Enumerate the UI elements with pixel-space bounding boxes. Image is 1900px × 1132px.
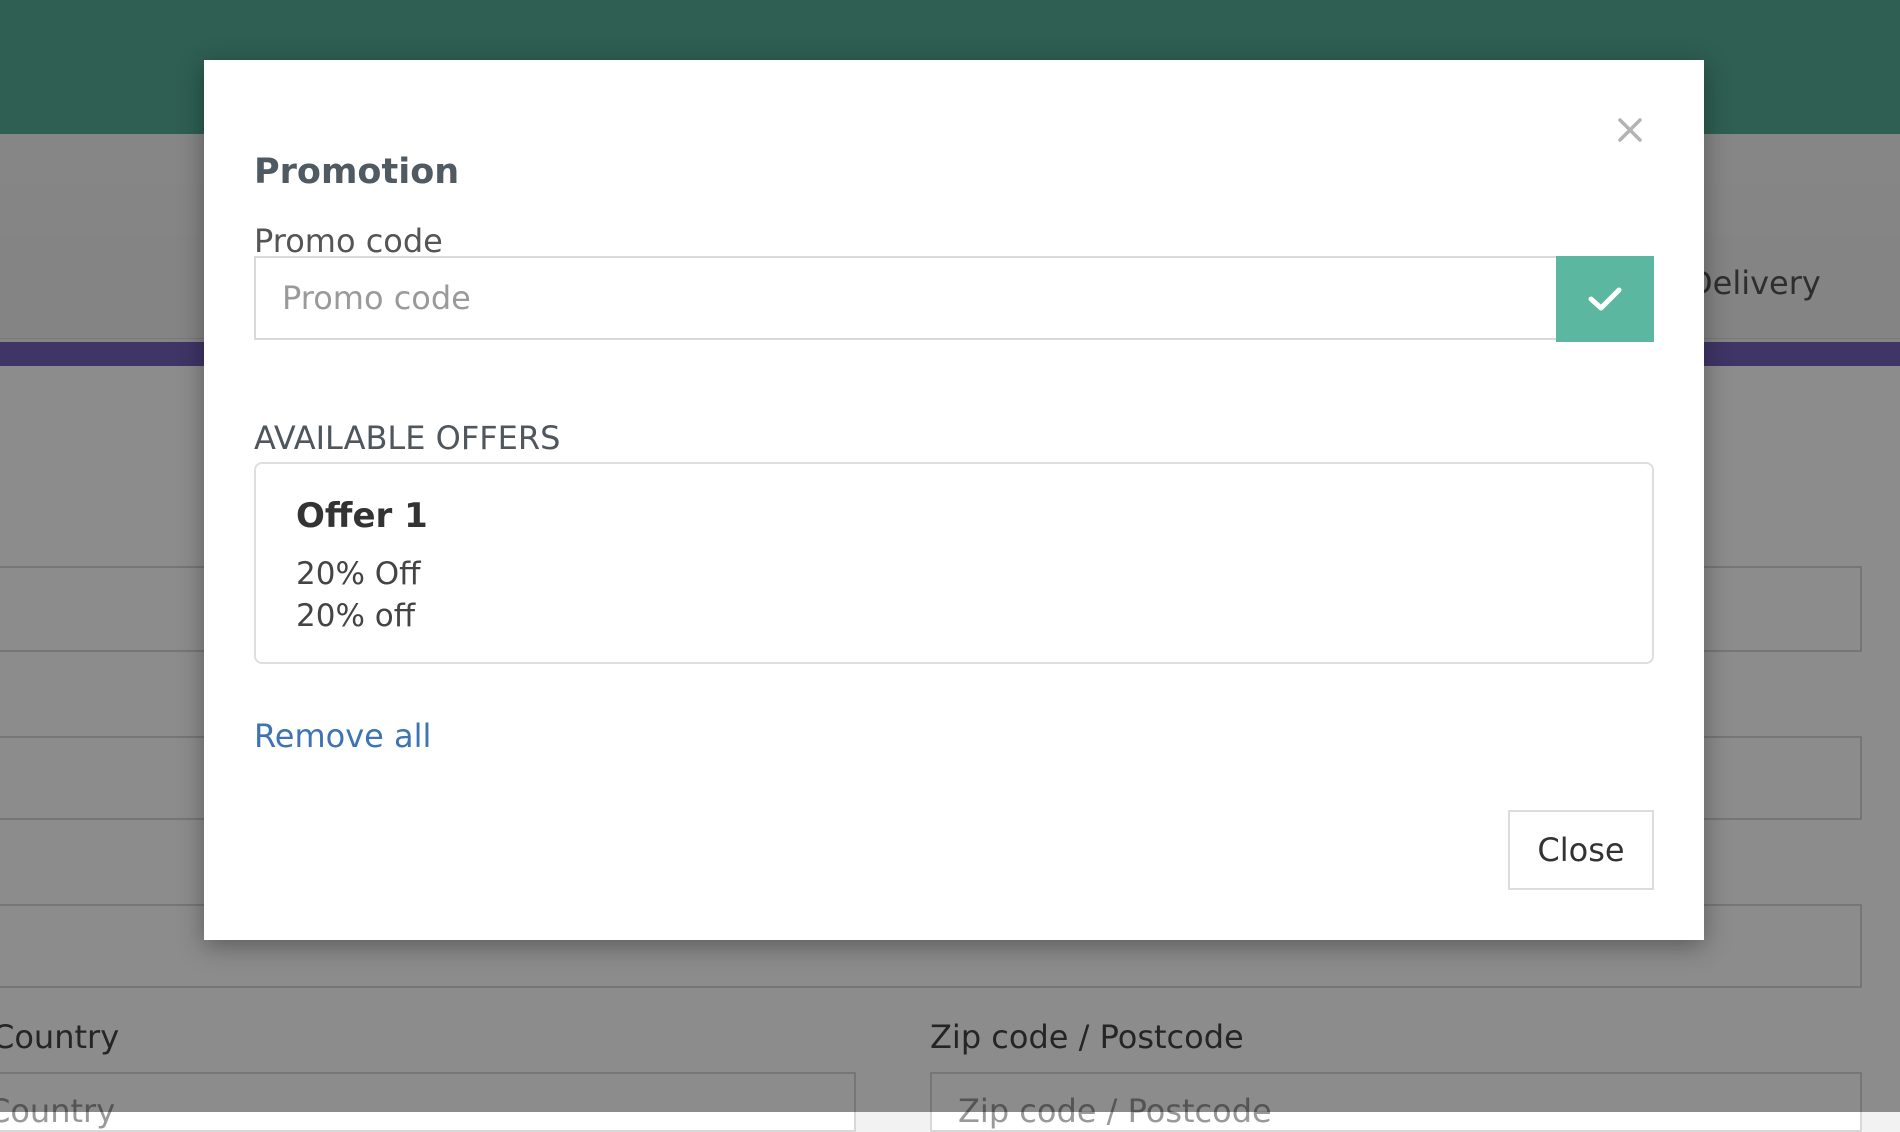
close-button[interactable]: Close [1508,810,1654,890]
offer-card[interactable]: Offer 1 20% Off 20% off [254,462,1654,664]
checkmark-icon [1588,287,1622,311]
offer-description: 20% Off [296,556,421,592]
modal-title: Promotion [254,152,460,192]
apply-promo-button[interactable] [1556,256,1654,342]
promotion-modal: Promotion Promo code AVAILABLE OFFERS Of… [204,60,1704,940]
offer-name: Offer 1 [296,496,428,536]
close-icon[interactable] [1610,110,1650,150]
offer-detail: 20% off [296,598,416,634]
remove-all-link[interactable]: Remove all [254,717,431,755]
promo-code-input[interactable] [254,256,1556,340]
available-offers-heading: AVAILABLE OFFERS [254,419,561,457]
promo-code-label: Promo code [254,222,443,260]
